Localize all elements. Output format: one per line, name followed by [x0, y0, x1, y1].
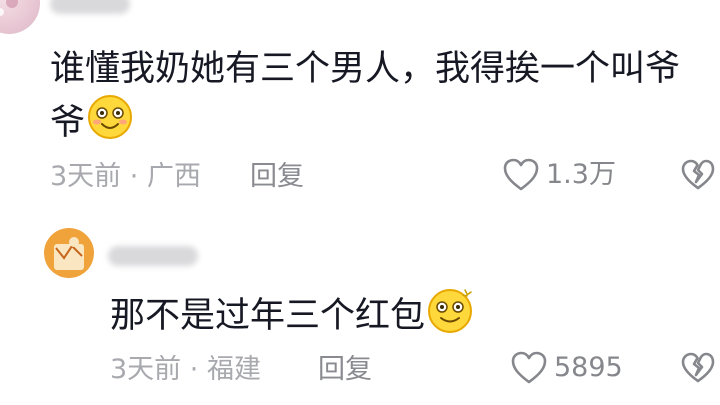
comment-text-line1: 谁懂我奶她有三个男人，我得挨一个叫爷 [50, 49, 681, 89]
comment-location: 广西 [146, 161, 201, 192]
comment-1: 谁懂我奶她有三个男人，我得挨一个叫爷 爷 3天前 · 广西 回复 1.3万 [0, 0, 720, 210]
heart-outline-icon [503, 158, 539, 191]
broken-heart-icon [681, 352, 715, 383]
broken-heart-icon [681, 159, 715, 190]
dislike-button[interactable] [680, 158, 716, 196]
avatar-image [0, 0, 18, 16]
dizzy-smile-emoji-icon [427, 286, 475, 348]
avatar[interactable] [0, 0, 40, 34]
comment-meta: 3天前 · 福建 [110, 353, 261, 387]
comment-text: 谁懂我奶她有三个男人，我得挨一个叫爷 [50, 44, 680, 94]
like-button[interactable]: 5895 [510, 350, 623, 386]
like-button[interactable]: 1.3万 [502, 157, 616, 193]
like-count: 5895 [554, 352, 623, 383]
username-blurred[interactable] [50, 0, 130, 14]
separator-dot: · [189, 354, 207, 385]
comment-time: 3天前 [50, 161, 122, 192]
smile-emoji-icon [87, 94, 133, 154]
reply-button[interactable]: 回复 [318, 353, 372, 387]
dislike-button[interactable] [680, 351, 716, 389]
separator-dot: · [129, 161, 147, 192]
comment-text-line1: 那不是过年三个红包 [110, 296, 426, 336]
comment-time: 3天前 [110, 354, 182, 385]
comment-text: 那不是过年三个红包 [110, 286, 475, 348]
like-count: 1.3万 [546, 159, 616, 190]
comment-location: 福建 [206, 354, 261, 385]
comment-meta: 3天前 · 广西 [50, 160, 201, 194]
comment-2: 那不是过年三个红包 3天前 · 福建 回复 5895 [0, 210, 720, 405]
avatar-image [54, 237, 84, 270]
heart-outline-icon [511, 351, 547, 384]
username-blurred[interactable] [108, 246, 198, 266]
avatar[interactable] [44, 228, 94, 278]
reply-button[interactable]: 回复 [250, 160, 304, 194]
comment-text-cont: 爷 [50, 94, 133, 154]
comment-text-line2: 爷 [50, 103, 86, 143]
